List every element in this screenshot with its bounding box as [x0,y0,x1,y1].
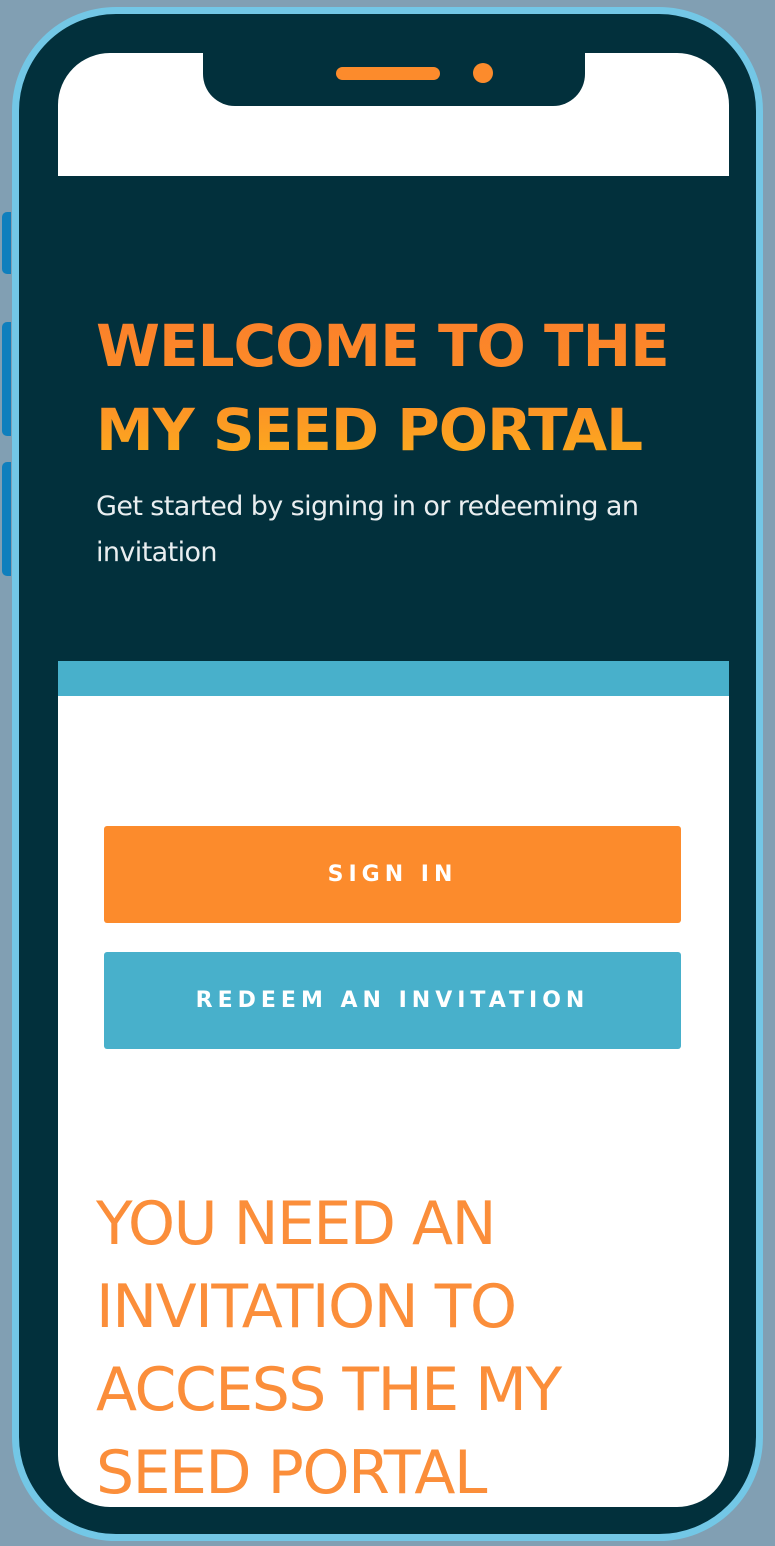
hero-title-line-1: WELCOME TO THE [96,312,669,380]
sign-in-button[interactable]: SIGN IN [104,826,681,923]
hero-subtitle: Get started by signing in or redeeming a… [96,491,639,568]
notice-line-3: ACCESS THE MY [96,1355,562,1425]
phone-side-button-1 [2,212,11,274]
speaker-icon [336,67,440,80]
mockup-stage: WELCOME TO THE MY SEED PORTAL Get starte… [0,0,775,1546]
invitation-notice-heading: YOU NEED AN INVITATION TO ACCESS THE MY … [96,1183,696,1507]
sign-in-label: SIGN IN [327,862,458,887]
phone-screen: WELCOME TO THE MY SEED PORTAL Get starte… [58,53,729,1507]
hero-title-line-2: MY SEED PORTAL [96,396,643,464]
notice-line-1: YOU NEED AN [96,1189,497,1259]
redeem-invitation-label: REDEEM AN INVITATION [195,988,590,1013]
phone-side-button-3 [2,462,11,576]
camera-icon [473,63,493,83]
notice-line-2: INVITATION TO [96,1272,517,1342]
hero-title: WELCOME TO THE MY SEED PORTAL [96,304,706,472]
accent-divider [58,661,729,696]
phone-side-button-2 [2,322,11,436]
redeem-invitation-button[interactable]: REDEEM AN INVITATION [104,952,681,1049]
notice-line-4: SEED PORTAL [96,1438,487,1507]
hero-section: WELCOME TO THE MY SEED PORTAL Get starte… [58,176,729,661]
